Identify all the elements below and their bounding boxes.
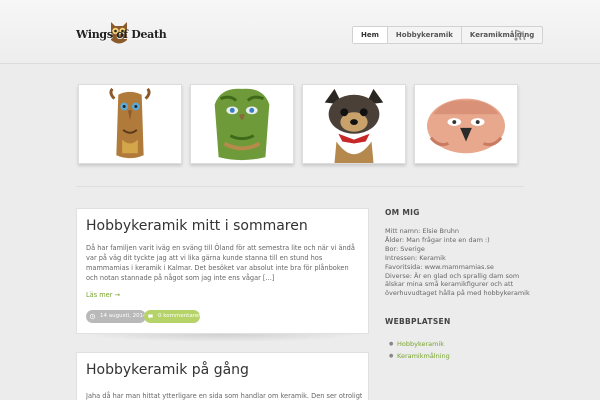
date-badge: 14 augusti, 2014 [86,310,147,323]
bird-figurine-image [415,85,517,163]
post-title-link[interactable]: Hobbykeramik mitt i sommaren [86,218,308,234]
sidebar-link-keramikmalning[interactable]: ● Keramikmålning [385,350,535,362]
rss-icon[interactable] [514,29,526,41]
nav-item-hem[interactable]: Hem [353,27,388,43]
about-widget-title: OM MIG [385,208,420,217]
comment-count: 0 kommentarer [158,313,201,319]
post-card: Hobbykeramik på gång Jaha då har man hit… [76,352,369,400]
post-date: 14 augusti, 2014 [100,313,147,319]
comments-badge[interactable]: 0 kommentarer [144,310,201,323]
tree-face-figurine-image [79,85,181,163]
about-line: Favoritsida: www.mammamias.se [385,262,494,271]
about-line: Mitt namn: Elsie Bruhn [385,227,460,235]
post-meta: 14 augusti, 2014 0 kommentarer [86,310,201,323]
bullet-icon: ● [389,341,394,348]
post-card: Hobbykeramik mitt i sommaren Då har fami… [76,208,369,334]
about-line: Ålder: Man frågar inte en dam :) [385,235,490,244]
featured-gallery [78,84,518,164]
about-text: Mitt namn: Elsie Bruhn Ålder: Man frågar… [385,227,535,298]
green-tree-face-figurine-image [191,85,293,163]
yorkshire-terrier-figurine-image [303,85,405,163]
comment-icon [148,314,153,319]
site-logo[interactable]: Wings of Death [76,20,167,48]
site-header: Wings of Death Hem Hobbykeramik Keramikm… [0,0,600,64]
post-shadow [80,334,365,342]
sidebar: OM MIG Mitt namn: Elsie Bruhn Ålder: Man… [385,208,535,362]
sidebar-link-label: Hobbykeramik [397,340,445,349]
logo-text: Wings of Death [76,28,167,41]
nav-item-keramikmalning[interactable]: Keramikmålning [462,27,542,43]
nav-item-hobbykeramik[interactable]: Hobbykeramik [388,27,462,43]
gallery-item-bird[interactable] [414,84,518,164]
sidebar-link-label: Keramikmålning [397,352,450,361]
gallery-item-green-tree-face[interactable] [190,84,294,164]
sidebar-link-hobbykeramik[interactable]: ● Hobbykeramik [385,338,535,350]
site-links-list: ● Hobbykeramik ● Keramikmålning [385,338,535,362]
about-line: Bor: Sverige [385,244,425,253]
post-title-link[interactable]: Hobbykeramik på gång [86,362,249,378]
post-excerpt: Jaha då har man hittat ytterligare en si… [86,392,362,400]
about-line: Diverse: Är en glad och sprallig dam som… [385,271,530,298]
gallery-item-tree-face[interactable] [78,84,182,164]
clock-icon [90,314,95,319]
post-excerpt: Då har familjen varit iväg en sväng till… [86,244,355,282]
bullet-icon: ● [389,353,394,360]
read-more-link[interactable]: Läs mer → [86,291,120,299]
about-line: Intressen: Keramik [385,253,446,262]
gallery-item-terrier[interactable] [302,84,406,164]
section-divider [76,186,524,187]
links-widget-title: WEBBPLATSEN [385,317,451,327]
